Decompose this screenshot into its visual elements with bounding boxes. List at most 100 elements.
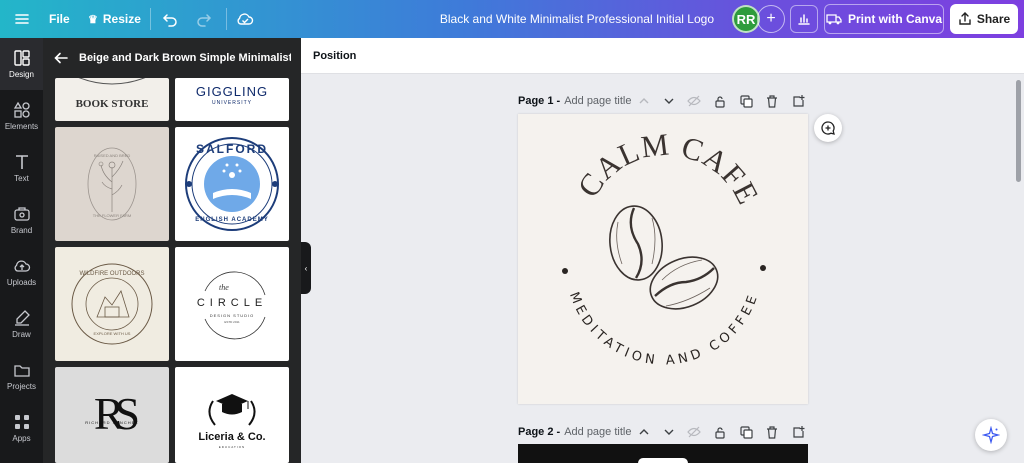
cloud-saved-icon[interactable] bbox=[236, 0, 254, 38]
topbar-divider bbox=[226, 8, 227, 30]
template-panel: Beige and Dark Brown Simple Minimalist .… bbox=[43, 38, 301, 463]
file-menu-button[interactable]: File bbox=[49, 0, 70, 38]
redo-icon[interactable] bbox=[196, 0, 212, 38]
rail-label: Projects bbox=[7, 382, 36, 391]
chevron-down-icon[interactable] bbox=[661, 424, 677, 440]
template-thumb-botanical[interactable]: RAISED AND BRED THE FLOWER FARM bbox=[55, 127, 169, 241]
print-with-canva-button[interactable]: Print with Canva bbox=[824, 4, 944, 34]
text-icon bbox=[15, 155, 28, 169]
page-number: Page 1 - bbox=[518, 95, 561, 107]
page-title-input[interactable]: Add page title bbox=[564, 95, 631, 107]
page-2-canvas[interactable] bbox=[518, 444, 808, 463]
bar-chart-icon bbox=[798, 14, 810, 25]
print-label: Print with Canva bbox=[847, 12, 942, 26]
projects-icon bbox=[13, 365, 30, 377]
template-thumb-bookstore[interactable]: BOOK STORE bbox=[55, 78, 169, 121]
draw-icon bbox=[14, 310, 30, 326]
template-thumb-liceria[interactable]: Liceria & Co. EDUCATION bbox=[175, 367, 289, 463]
share-button[interactable]: Share bbox=[950, 4, 1018, 34]
logo-dot-left bbox=[562, 268, 568, 274]
duplicate-icon[interactable] bbox=[738, 93, 754, 109]
undo-icon[interactable] bbox=[162, 0, 178, 38]
page-number: Page 2 - bbox=[518, 426, 561, 438]
vertical-scrollbar[interactable] bbox=[1016, 80, 1021, 182]
back-arrow-icon[interactable] bbox=[43, 38, 79, 78]
template-thumb-monogram[interactable]: RS RICHARD SANCHEZ bbox=[55, 367, 169, 463]
rail-item-design[interactable]: Design bbox=[0, 38, 43, 90]
collapse-panel-handle[interactable]: ‹ bbox=[301, 242, 311, 294]
salford-bottom-text: ENGLISH ACADEMY bbox=[195, 217, 269, 223]
invite-plus-icon[interactable]: + bbox=[757, 5, 785, 33]
add-page-icon[interactable] bbox=[790, 93, 806, 109]
panel-header: Beige and Dark Brown Simple Minimalist .… bbox=[43, 38, 301, 78]
monogram-text: RS bbox=[93, 388, 140, 439]
rail-label: Elements bbox=[4, 122, 39, 131]
lock-icon[interactable] bbox=[712, 93, 728, 109]
botanical-emblem bbox=[87, 147, 137, 221]
comment-plus-icon bbox=[821, 121, 835, 135]
logo-dot-right bbox=[760, 265, 766, 271]
rail-label: Apps bbox=[12, 434, 31, 443]
trash-icon[interactable] bbox=[764, 93, 780, 109]
circle-est-text: ESTD 2011 bbox=[224, 320, 240, 324]
template-thumb-giggling[interactable]: GIGGLING UNIVERSITY bbox=[175, 78, 289, 121]
page-1-label: Page 1 - Add page title bbox=[518, 93, 631, 109]
context-toolbar: Position bbox=[301, 38, 1024, 74]
left-rail: Design Elements Text Brand Uploads Draw … bbox=[0, 38, 43, 463]
wildfire-bottom-text: EXPLORE WITH US bbox=[93, 331, 131, 336]
page-title-input[interactable]: Add page title bbox=[564, 426, 631, 438]
template-thumb-wildfire[interactable]: WILDFIRE OUTDOORS EXPLORE WITH US bbox=[55, 247, 169, 361]
calm-cafe-logo: CALM CAFE MEDITATION AND COFFEE bbox=[562, 126, 766, 368]
share-label: Share bbox=[976, 12, 1011, 26]
rail-item-projects[interactable]: Projects bbox=[0, 350, 43, 402]
rail-label: Draw bbox=[12, 330, 31, 339]
menu-icon[interactable] bbox=[14, 0, 30, 38]
chevron-down-icon[interactable] bbox=[661, 93, 677, 109]
liceria-sub: EDUCATION bbox=[218, 445, 246, 449]
document-title[interactable]: Black and White Minimalist Professional … bbox=[440, 0, 714, 38]
add-comment-button[interactable] bbox=[814, 114, 842, 142]
circle-the-text: the bbox=[219, 283, 229, 292]
botanical-sub: THE FLOWER FARM bbox=[92, 213, 132, 218]
bookstore-text: BOOK STORE bbox=[75, 97, 149, 110]
trash-icon[interactable] bbox=[764, 424, 780, 440]
circle-sub-text: DESIGN STUDIO bbox=[209, 313, 255, 318]
rail-label: Uploads bbox=[6, 278, 37, 287]
chevron-up-icon[interactable] bbox=[636, 424, 652, 440]
crown-icon: ♛ bbox=[88, 13, 98, 26]
duplicate-icon[interactable] bbox=[738, 424, 754, 440]
insights-button[interactable] bbox=[790, 5, 818, 33]
lock-icon[interactable] bbox=[712, 424, 728, 440]
magic-assistant-button[interactable] bbox=[975, 419, 1007, 451]
monogram-name: RICHARD SANCHEZ bbox=[85, 420, 139, 425]
position-button[interactable]: Position bbox=[313, 50, 356, 62]
rail-item-text[interactable]: Text bbox=[0, 142, 43, 194]
rail-item-elements[interactable]: Elements bbox=[0, 90, 43, 142]
hide-eye-icon[interactable] bbox=[686, 93, 702, 109]
coffee-bean-right bbox=[649, 256, 719, 310]
template-thumb-salford[interactable]: SALFORD ENGLISH ACADEMY bbox=[175, 127, 289, 241]
rail-label: Brand bbox=[10, 226, 33, 235]
hide-eye-icon[interactable] bbox=[686, 424, 702, 440]
rail-item-draw[interactable]: Draw bbox=[0, 298, 43, 350]
resize-button[interactable]: ♛ Resize bbox=[88, 0, 141, 38]
page-1-canvas[interactable]: CALM CAFE MEDITATION AND COFFEE bbox=[518, 114, 808, 404]
liceria-text: Liceria & Co. bbox=[198, 431, 266, 443]
add-page-icon[interactable] bbox=[790, 424, 806, 440]
botanical-text: RAISED AND BRED bbox=[93, 153, 131, 158]
topbar-divider bbox=[150, 8, 151, 30]
giggling-sub: UNIVERSITY bbox=[211, 100, 252, 106]
template-thumb-circle[interactable]: the CIRCLE DESIGN STUDIO ESTD 2011 bbox=[175, 247, 289, 361]
page-2-label: Page 2 - Add page title bbox=[518, 424, 631, 440]
giggling-text: GIGGLING bbox=[195, 84, 269, 99]
rail-item-brand[interactable]: Brand bbox=[0, 194, 43, 246]
wildfire-top-text: WILDFIRE OUTDOORS bbox=[79, 271, 145, 277]
share-upload-icon bbox=[959, 12, 971, 25]
avatar[interactable]: RR bbox=[732, 5, 760, 33]
panel-title: Beige and Dark Brown Simple Minimalist .… bbox=[79, 52, 291, 64]
rail-item-uploads[interactable]: Uploads bbox=[0, 246, 43, 298]
resize-label: Resize bbox=[102, 12, 141, 26]
sparkle-icon bbox=[982, 426, 1000, 444]
rail-item-apps[interactable]: Apps bbox=[0, 402, 43, 454]
chevron-up-icon[interactable] bbox=[636, 93, 652, 109]
